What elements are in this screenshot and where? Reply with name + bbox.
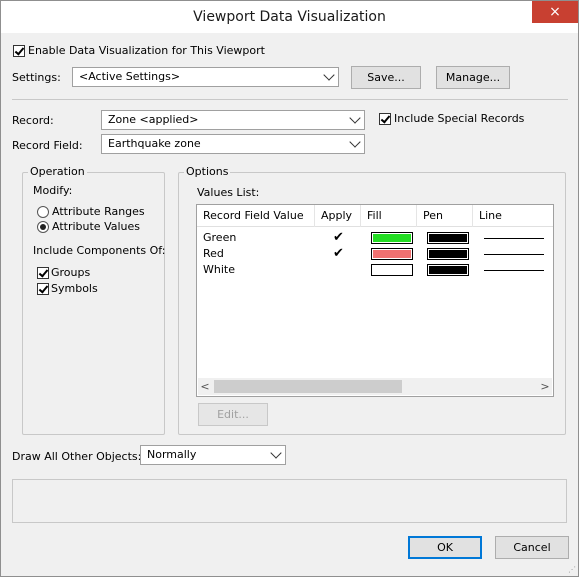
- include-special-records-label[interactable]: Include Special Records: [394, 112, 524, 125]
- fill-swatch[interactable]: [371, 232, 413, 244]
- pen-swatch[interactable]: [427, 248, 469, 260]
- include-components-label: Include Components Of:: [33, 244, 166, 257]
- settings-label: Settings:: [12, 71, 61, 84]
- edit-button[interactable]: Edit...: [198, 403, 268, 426]
- separator: [12, 99, 568, 100]
- pen-swatch[interactable]: [427, 264, 469, 276]
- scroll-right-icon[interactable]: >: [538, 379, 552, 394]
- symbols-label[interactable]: Symbols: [51, 282, 98, 295]
- settings-dropdown[interactable]: <Active Settings>: [72, 67, 339, 87]
- column-header-line[interactable]: Line: [473, 205, 553, 227]
- manage-button[interactable]: Manage...: [436, 66, 510, 89]
- column-header-record-field-value[interactable]: Record Field Value: [197, 205, 315, 227]
- record-field-value-cell: Red: [203, 247, 224, 260]
- groups-label[interactable]: Groups: [51, 266, 90, 279]
- table-row[interactable]: White: [197, 263, 553, 277]
- include-special-records-checkbox[interactable]: [379, 113, 391, 125]
- scroll-left-icon[interactable]: <: [198, 379, 212, 394]
- scrollbar-thumb[interactable]: [214, 380, 402, 393]
- values-list-header: Record Field Value Apply Fill Pen Line: [197, 205, 553, 227]
- fill-swatch[interactable]: [371, 248, 413, 260]
- close-icon: ×: [549, 4, 561, 20]
- title-bar[interactable]: Viewport Data Visualization ×: [1, 1, 578, 33]
- record-field-label: Record Field:: [12, 139, 83, 152]
- operation-group-title: Operation: [28, 165, 87, 178]
- enable-visualization-label[interactable]: Enable Data Visualization for This Viewp…: [28, 44, 265, 57]
- line-sample[interactable]: [484, 254, 544, 255]
- column-header-fill[interactable]: Fill: [361, 205, 417, 227]
- column-header-apply[interactable]: Apply: [315, 205, 361, 227]
- dialog-title: Viewport Data Visualization: [193, 9, 386, 25]
- close-button[interactable]: ×: [532, 1, 578, 23]
- record-field-value-cell: White: [203, 263, 235, 276]
- attribute-ranges-radio[interactable]: [37, 206, 49, 218]
- draw-other-objects-value: Normally: [147, 448, 197, 461]
- record-field-value-cell: Green: [203, 231, 237, 244]
- fill-swatch[interactable]: [371, 264, 413, 276]
- chevron-down-icon: [349, 136, 361, 148]
- info-area: [12, 479, 567, 523]
- values-list-label: Values List:: [197, 186, 260, 199]
- table-row[interactable]: Green ✔: [197, 231, 553, 245]
- line-sample[interactable]: [484, 270, 544, 271]
- apply-check-icon[interactable]: ✔: [333, 247, 344, 261]
- table-row[interactable]: Red ✔: [197, 247, 553, 261]
- enable-visualization-checkbox[interactable]: [13, 45, 25, 57]
- apply-check-icon[interactable]: ✔: [333, 231, 344, 245]
- modify-label: Modify:: [33, 184, 73, 197]
- chevron-down-icon: [270, 447, 282, 459]
- save-button[interactable]: Save...: [351, 66, 421, 89]
- record-field-dropdown-value: Earthquake zone: [108, 137, 201, 150]
- settings-dropdown-value: <Active Settings>: [79, 70, 181, 83]
- record-field-dropdown[interactable]: Earthquake zone: [101, 134, 365, 154]
- chevron-down-icon: [323, 69, 335, 81]
- attribute-values-radio[interactable]: [37, 221, 49, 233]
- record-label: Record:: [12, 114, 54, 127]
- chevron-down-icon: [349, 112, 361, 124]
- record-dropdown[interactable]: Zone <applied>: [101, 110, 365, 130]
- column-header-pen[interactable]: Pen: [417, 205, 473, 227]
- record-dropdown-value: Zone <applied>: [108, 113, 199, 126]
- symbols-checkbox[interactable]: [37, 283, 49, 295]
- dialog-window: Viewport Data Visualization × Enable Dat…: [0, 0, 579, 577]
- values-list[interactable]: Record Field Value Apply Fill Pen Line G…: [196, 204, 554, 397]
- options-group-title: Options: [184, 165, 231, 178]
- groups-checkbox[interactable]: [37, 267, 49, 279]
- draw-other-objects-label: Draw All Other Objects:: [12, 450, 142, 463]
- cancel-button[interactable]: Cancel: [495, 536, 569, 559]
- horizontal-scrollbar[interactable]: < >: [198, 378, 552, 395]
- pen-swatch[interactable]: [427, 232, 469, 244]
- draw-other-objects-dropdown[interactable]: Normally: [140, 445, 286, 465]
- resize-grip-icon[interactable]: ⋰: [568, 565, 576, 574]
- attribute-values-label[interactable]: Attribute Values: [52, 220, 140, 233]
- line-sample[interactable]: [484, 238, 544, 239]
- ok-button[interactable]: OK: [408, 536, 482, 559]
- attribute-ranges-label[interactable]: Attribute Ranges: [52, 205, 145, 218]
